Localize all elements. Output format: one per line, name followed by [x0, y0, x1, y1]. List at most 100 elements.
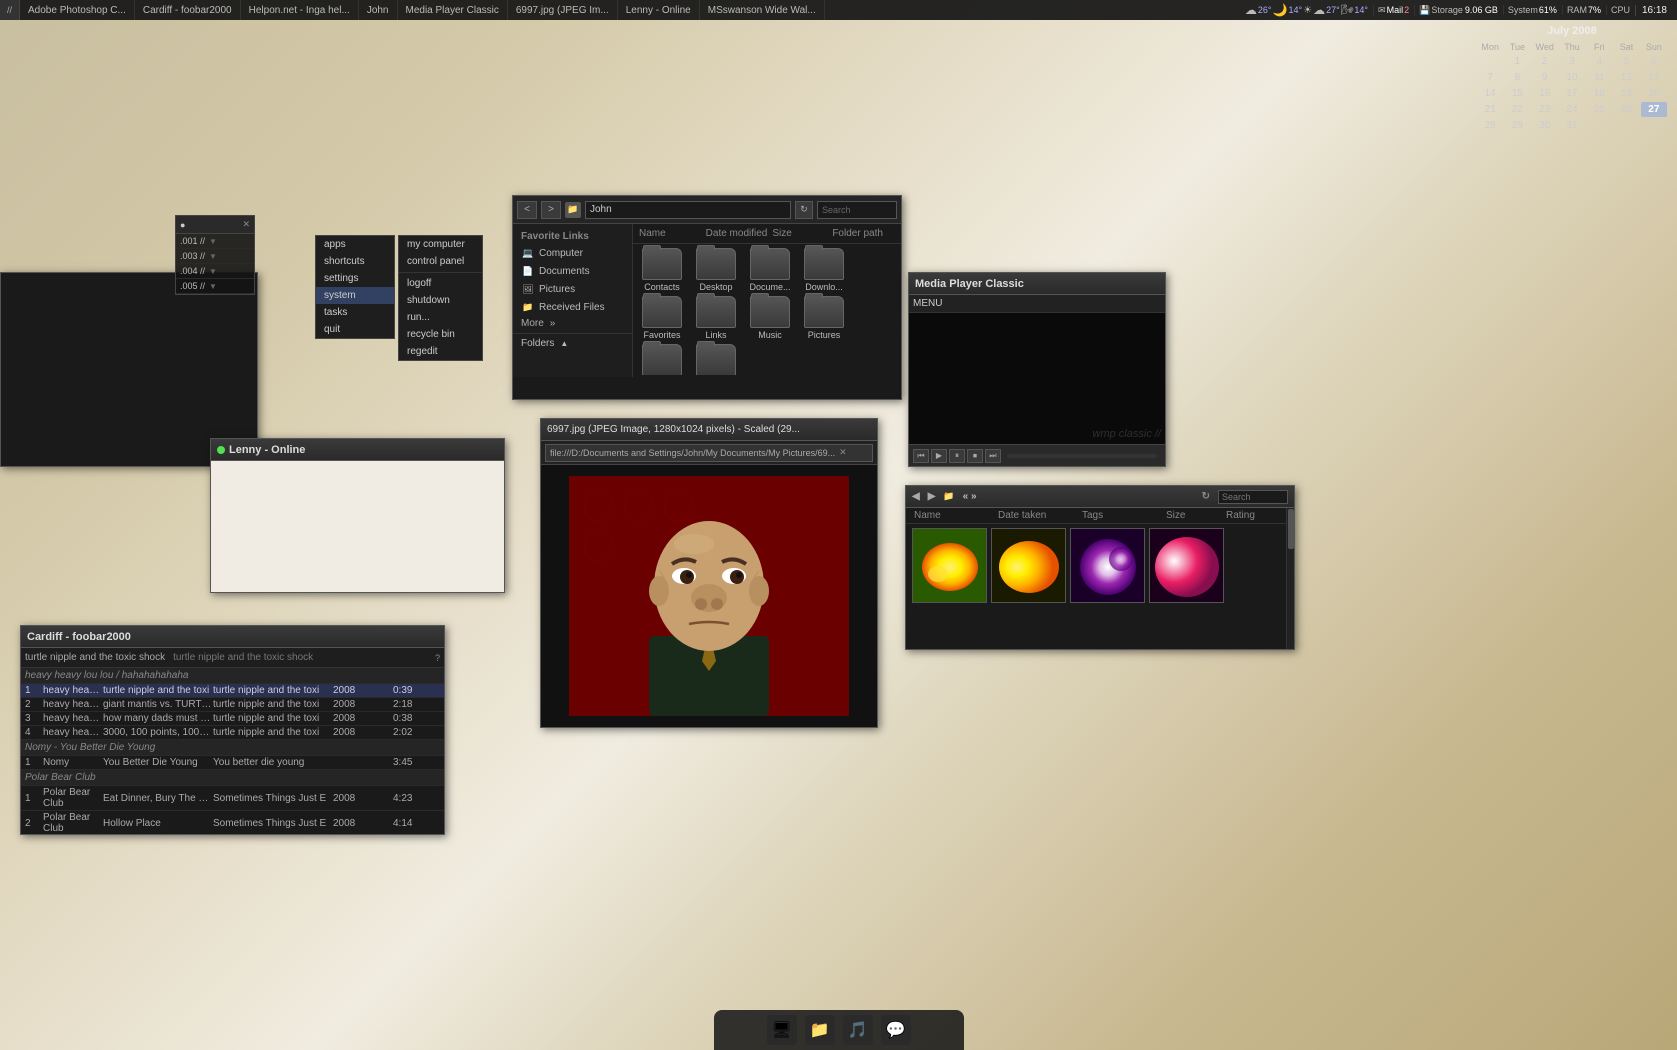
- fe-sidebar-documents[interactable]: 📄 Documents: [513, 262, 632, 280]
- chat-titlebar[interactable]: Lenny - Online: [211, 439, 504, 461]
- mp-pause-button[interactable]: ⏸: [949, 449, 965, 463]
- cal-day-23[interactable]: 23: [1532, 102, 1558, 117]
- folder-links[interactable]: Links: [691, 296, 741, 340]
- mp-seekbar[interactable]: [1007, 454, 1157, 458]
- fe-back-button[interactable]: <: [517, 201, 537, 219]
- cal-day-20[interactable]: 20: [1641, 86, 1667, 101]
- photo-thumb-2[interactable]: [991, 528, 1066, 603]
- photos-col-size[interactable]: Size: [1166, 510, 1226, 521]
- cal-day-29[interactable]: 29: [1504, 118, 1530, 133]
- image-viewer-titlebar[interactable]: 6997.jpg (JPEG Image, 1280x1024 pixels) …: [541, 419, 877, 441]
- submenu-logoff[interactable]: logoff: [399, 275, 482, 292]
- widget-panel-titlebar[interactable]: ● ✕: [176, 216, 254, 234]
- cal-day-25[interactable]: 25: [1586, 102, 1612, 117]
- submenu-run[interactable]: run...: [399, 309, 482, 326]
- widget-arrow-4[interactable]: ▼: [209, 282, 217, 291]
- cal-day-11[interactable]: 11: [1586, 70, 1612, 85]
- photos-col-tags[interactable]: Tags: [1082, 510, 1166, 521]
- task-foobar[interactable]: Cardiff - foobar2000: [135, 0, 241, 20]
- task-helpon[interactable]: Helpon.net - Inga hel...: [241, 0, 359, 20]
- launcher-system[interactable]: system: [316, 287, 394, 304]
- cal-day-30[interactable]: 30: [1532, 118, 1558, 133]
- cal-day-6[interactable]: 6: [1641, 54, 1667, 69]
- mp-next-button[interactable]: ⏭: [985, 449, 1001, 463]
- cal-day[interactable]: [1477, 54, 1503, 69]
- folder-documents[interactable]: Docume...: [745, 248, 795, 292]
- cal-day-18[interactable]: 18: [1586, 86, 1612, 101]
- task-mediaplayer[interactable]: Media Player Classic: [398, 0, 508, 20]
- widget-arrow-1[interactable]: ▼: [209, 237, 217, 246]
- cal-day-8[interactable]: 8: [1504, 70, 1530, 85]
- widget-arrow-2[interactable]: ▼: [209, 252, 217, 261]
- foobar-track-1-4[interactable]: 4 heavy heavy lou lou 3000, 100 points, …: [21, 726, 444, 740]
- cal-day-21[interactable]: 21: [1477, 102, 1503, 117]
- photos-scrollbar[interactable]: [1286, 508, 1294, 649]
- dock-item-3[interactable]: 🎵: [843, 1015, 873, 1045]
- task-photoshop[interactable]: Adobe Photoshop C...: [20, 0, 135, 20]
- folder-favorites[interactable]: Favorites: [637, 296, 687, 340]
- foobar-track-1-1[interactable]: 1 heavy heavy lou lou turtle nipple and …: [21, 684, 444, 698]
- launcher-quit[interactable]: quit: [316, 321, 394, 338]
- mp-prev-button[interactable]: ⏮: [913, 449, 929, 463]
- fe-sidebar-received-files[interactable]: 📁 Received Files: [513, 298, 632, 316]
- task-jpeg[interactable]: 6997.jpg (JPEG Im...: [508, 0, 618, 20]
- foobar-track-nomy-1[interactable]: 1 Nomy You Better Die Young You better d…: [21, 756, 444, 770]
- fe-address-bar[interactable]: John: [585, 201, 791, 219]
- foobar-titlebar[interactable]: Cardiff - foobar2000: [21, 626, 444, 648]
- folder-downloads[interactable]: Downlo...: [799, 248, 849, 292]
- dock-item-2[interactable]: 📁: [805, 1015, 835, 1045]
- launcher-apps[interactable]: apps: [316, 236, 394, 253]
- col-size[interactable]: Size: [770, 226, 830, 241]
- folder-contacts[interactable]: Contacts: [637, 248, 687, 292]
- photo-thumb-3[interactable]: [1070, 528, 1145, 603]
- submenu-controlpanel[interactable]: control panel: [399, 253, 482, 270]
- submenu-regedit[interactable]: regedit: [399, 343, 482, 360]
- photos-col-rating[interactable]: Rating: [1226, 510, 1286, 521]
- launcher-settings[interactable]: settings: [316, 270, 394, 287]
- cal-day-14[interactable]: 14: [1477, 86, 1503, 101]
- cal-day-13[interactable]: 13: [1641, 70, 1667, 85]
- media-player-titlebar[interactable]: Media Player Classic: [909, 273, 1165, 295]
- photos-titlebar[interactable]: ◀ ▶ 📁 « » ↻: [906, 486, 1294, 508]
- photos-back-btn[interactable]: ◀: [912, 491, 920, 502]
- foobar-track-pbc-2[interactable]: 2 Polar Bear Club Hollow Place Sometimes…: [21, 811, 444, 834]
- fe-refresh-button[interactable]: ↻: [795, 201, 813, 219]
- launcher-tasks[interactable]: tasks: [316, 304, 394, 321]
- submenu-recyclebin[interactable]: recycle bin: [399, 326, 482, 343]
- mp-menu-item[interactable]: MENU: [913, 298, 942, 309]
- cal-day-12[interactable]: 12: [1613, 70, 1639, 85]
- col-name[interactable]: Name: [637, 226, 704, 241]
- fe-sidebar-folders[interactable]: Folders ▲: [513, 336, 632, 351]
- folder-searches[interactable]: Searches: [637, 344, 687, 375]
- col-date[interactable]: Date modified: [704, 226, 771, 241]
- mp-play-button[interactable]: ▶: [931, 449, 947, 463]
- dock-item-1[interactable]: 🖥: [767, 1015, 797, 1045]
- cal-day-7[interactable]: 7: [1477, 70, 1503, 85]
- cal-day-16[interactable]: 16: [1532, 86, 1558, 101]
- cal-day-2[interactable]: 2: [1532, 54, 1558, 69]
- folder-music[interactable]: Music: [745, 296, 795, 340]
- photos-forward-btn[interactable]: ▶: [928, 491, 936, 502]
- photos-refresh-icon[interactable]: ↻: [1202, 491, 1210, 502]
- cal-day-31[interactable]: 31: [1559, 118, 1585, 133]
- photo-thumb-4[interactable]: [1149, 528, 1224, 603]
- image-viewer-url[interactable]: file:///D:/Documents and Settings/John/M…: [545, 444, 873, 462]
- photos-search-input[interactable]: [1218, 490, 1288, 504]
- cal-day-19[interactable]: 19: [1613, 86, 1639, 101]
- cal-day-4[interactable]: 4: [1586, 54, 1612, 69]
- cal-day-3[interactable]: 3: [1559, 54, 1585, 69]
- cal-day-22[interactable]: 22: [1504, 102, 1530, 117]
- cal-day-27-today[interactable]: 27: [1641, 102, 1667, 117]
- taskbar-menu-icon[interactable]: //: [0, 0, 20, 20]
- image-url-close[interactable]: ✕: [839, 447, 847, 458]
- dock-item-4[interactable]: 💬: [881, 1015, 911, 1045]
- fe-search-input[interactable]: Search: [817, 201, 897, 219]
- fe-sidebar-more[interactable]: More »: [513, 316, 632, 331]
- mail-tray[interactable]: ✉ Mail 2: [1373, 5, 1412, 16]
- folder-pictures[interactable]: Pictures: [799, 296, 849, 340]
- foobar-track-1-3[interactable]: 3 heavy heavy lou lou how many dads must…: [21, 712, 444, 726]
- task-john[interactable]: John: [359, 0, 398, 20]
- photos-col-name[interactable]: Name: [914, 510, 998, 521]
- cal-day-17[interactable]: 17: [1559, 86, 1585, 101]
- task-lenny[interactable]: Lenny - Online: [618, 0, 700, 20]
